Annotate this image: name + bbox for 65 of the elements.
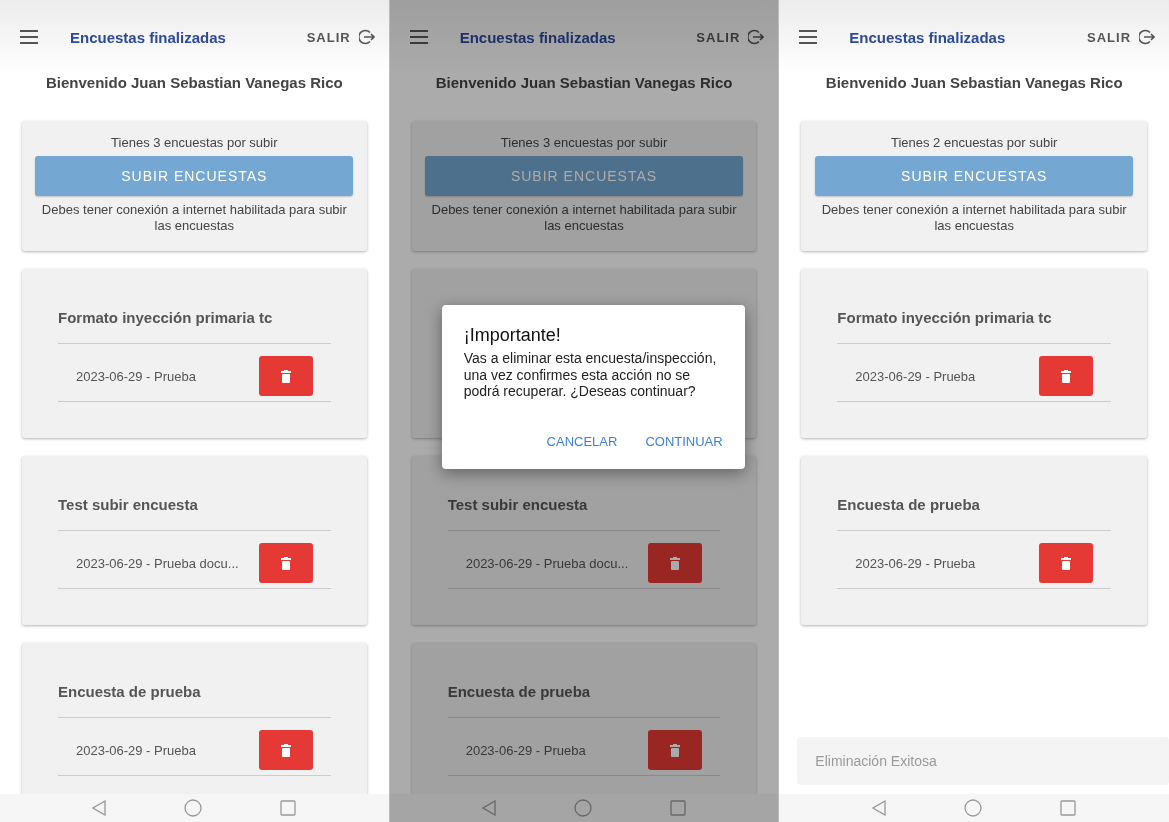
- home-icon[interactable]: [964, 799, 983, 817]
- pending-count-text: Tienes 2 encuestas por subir: [890, 135, 1058, 150]
- survey-title: Encuesta de prueba: [58, 682, 201, 700]
- survey-title: Formato inyección primaria tc: [58, 308, 273, 326]
- dialog-message: Vas a eliminar esta encuesta/inspección, una vez confirmes esta acción no se podrá recuperar. ¿Deseas continuar?: [463, 350, 718, 400]
- upload-surveys-button[interactable]: SUBIR ENCUESTAS: [35, 156, 354, 196]
- back-icon[interactable]: [92, 800, 107, 816]
- logout-icon: [1139, 29, 1155, 45]
- survey-title: Test subir encuesta: [58, 495, 198, 513]
- recents-icon[interactable]: [670, 800, 686, 816]
- dialog-title: ¡Importante!: [463, 325, 562, 346]
- home-icon[interactable]: [574, 799, 592, 817]
- trash-icon: [280, 743, 291, 757]
- delete-button[interactable]: [258, 356, 313, 396]
- survey-title: Encuesta de prueba: [837, 495, 980, 513]
- survey-entry-text[interactable]: 2023-06-29 - Prueba: [76, 368, 196, 384]
- home-icon[interactable]: [184, 799, 203, 817]
- trash-icon: [1061, 556, 1071, 570]
- screen-title: Encuestas finalizadas: [459, 28, 617, 46]
- survey-title: Formato inyección primaria tc: [837, 308, 1052, 326]
- screen-title: Encuestas finalizadas: [70, 28, 227, 46]
- trash-icon: [670, 556, 681, 570]
- toast-text: Eliminación Exitosa: [815, 753, 937, 769]
- back-icon[interactable]: [482, 800, 496, 816]
- logout-button[interactable]: SALIR: [1087, 29, 1155, 45]
- delete-button[interactable]: [648, 543, 703, 583]
- delete-button[interactable]: [258, 543, 313, 583]
- upload-surveys-button[interactable]: SUBIR ENCUESTAS: [815, 156, 1134, 196]
- pending-count-text: Tienes 3 encuestas por subir: [111, 135, 278, 150]
- logout-icon: [748, 29, 765, 45]
- welcome-text: Bienvenido Juan Sebastian Vanegas Rico: [824, 74, 1124, 91]
- menu-icon[interactable]: [20, 30, 38, 44]
- back-icon[interactable]: [872, 800, 887, 816]
- trash-icon: [280, 556, 291, 570]
- survey-title: Encuesta de prueba: [447, 682, 591, 700]
- welcome-text: Bienvenido Juan Sebastian Vanegas Rico: [44, 74, 344, 91]
- recents-icon[interactable]: [1060, 800, 1077, 816]
- survey-entry-text[interactable]: 2023-06-29 - Prueba: [855, 368, 976, 384]
- delete-button[interactable]: [258, 730, 313, 770]
- menu-icon[interactable]: [409, 30, 428, 44]
- logout-icon: [358, 29, 375, 45]
- menu-icon[interactable]: [799, 30, 818, 44]
- connection-note: Debes tener conexión a internet habilitada para subir las encuestas: [430, 202, 738, 235]
- welcome-text: Bienvenido Juan Sebastian Vanegas Rico: [434, 74, 734, 91]
- dialog-button[interactable]: CANCELAR: [546, 433, 618, 449]
- survey-entry-text[interactable]: 2023-06-29 - Prueba docu...: [76, 555, 239, 571]
- delete-button[interactable]: [1039, 543, 1093, 583]
- trash-icon: [670, 743, 681, 757]
- survey-title: Test subir encuesta: [447, 495, 588, 513]
- screen-title: Encuestas finalizadas: [849, 28, 1007, 46]
- survey-entry-text[interactable]: 2023-06-29 - Prueba: [76, 742, 196, 758]
- pending-count-text: Tienes 3 encuestas por subir: [500, 135, 668, 150]
- recents-icon[interactable]: [280, 800, 297, 816]
- delete-button[interactable]: [648, 730, 703, 770]
- trash-icon: [280, 369, 291, 383]
- connection-note: Debes tener conexión a internet habilitada para subir las encuestas: [40, 202, 348, 235]
- trash-icon: [1061, 369, 1071, 383]
- survey-entry-text[interactable]: 2023-06-29 - Prueba: [855, 555, 976, 571]
- logout-button[interactable]: SALIR: [696, 29, 765, 45]
- dialog-button[interactable]: CONTINUAR: [645, 433, 723, 449]
- connection-note: Debes tener conexión a internet habilitada para subir las encuestas: [820, 202, 1128, 235]
- survey-entry-text[interactable]: 2023-06-29 - Prueba docu...: [465, 555, 629, 571]
- survey-entry-text[interactable]: 2023-06-29 - Prueba: [465, 742, 586, 758]
- delete-button[interactable]: [1039, 356, 1093, 396]
- logout-button[interactable]: SALIR: [306, 29, 375, 45]
